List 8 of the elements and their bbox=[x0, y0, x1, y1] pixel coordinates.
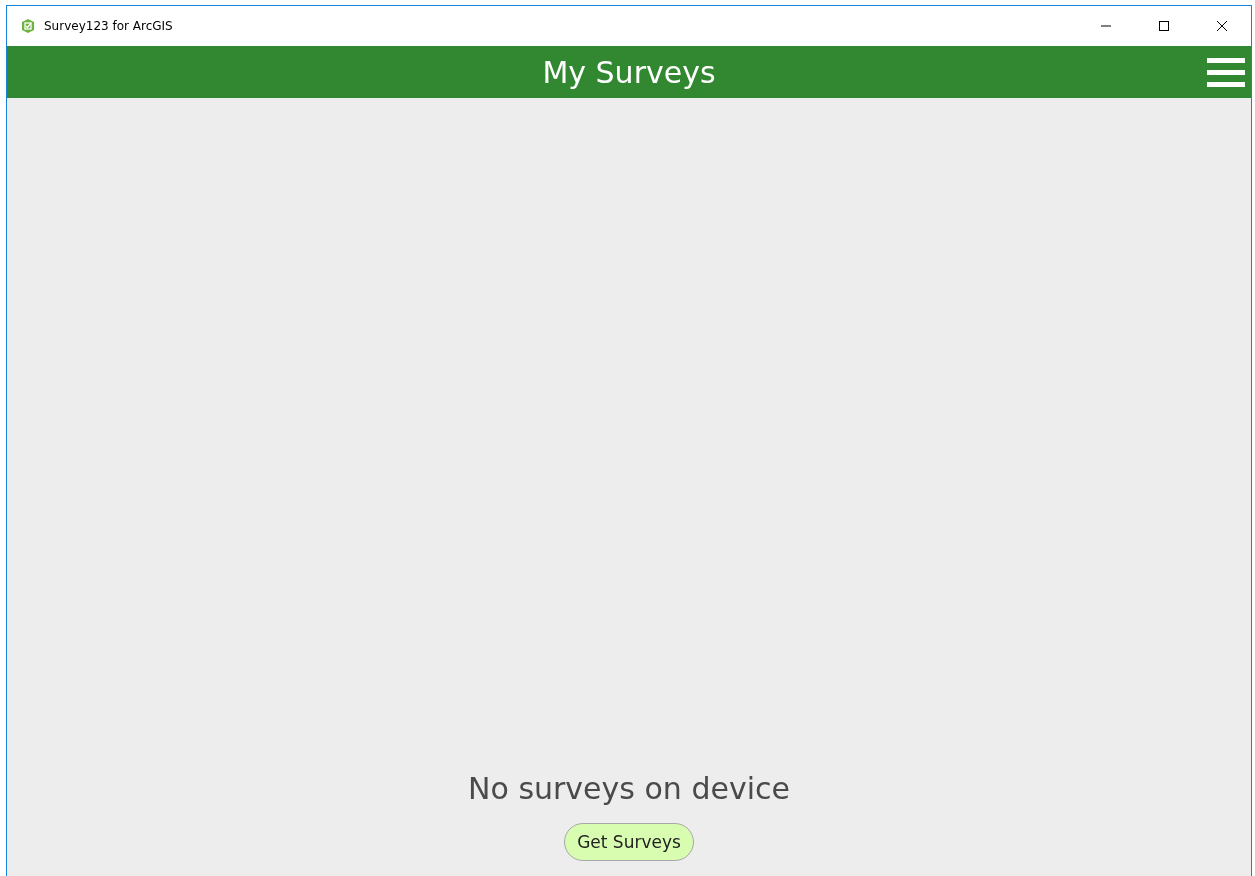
close-icon bbox=[1216, 20, 1228, 32]
menu-button[interactable] bbox=[1207, 56, 1245, 88]
maximize-icon bbox=[1158, 20, 1170, 32]
app-logo-icon bbox=[20, 18, 36, 34]
window-title: Survey123 for ArcGIS bbox=[44, 19, 173, 33]
get-surveys-button[interactable]: Get Surveys bbox=[564, 823, 694, 861]
page-title: My Surveys bbox=[542, 54, 716, 90]
empty-message: No surveys on device bbox=[468, 771, 790, 806]
